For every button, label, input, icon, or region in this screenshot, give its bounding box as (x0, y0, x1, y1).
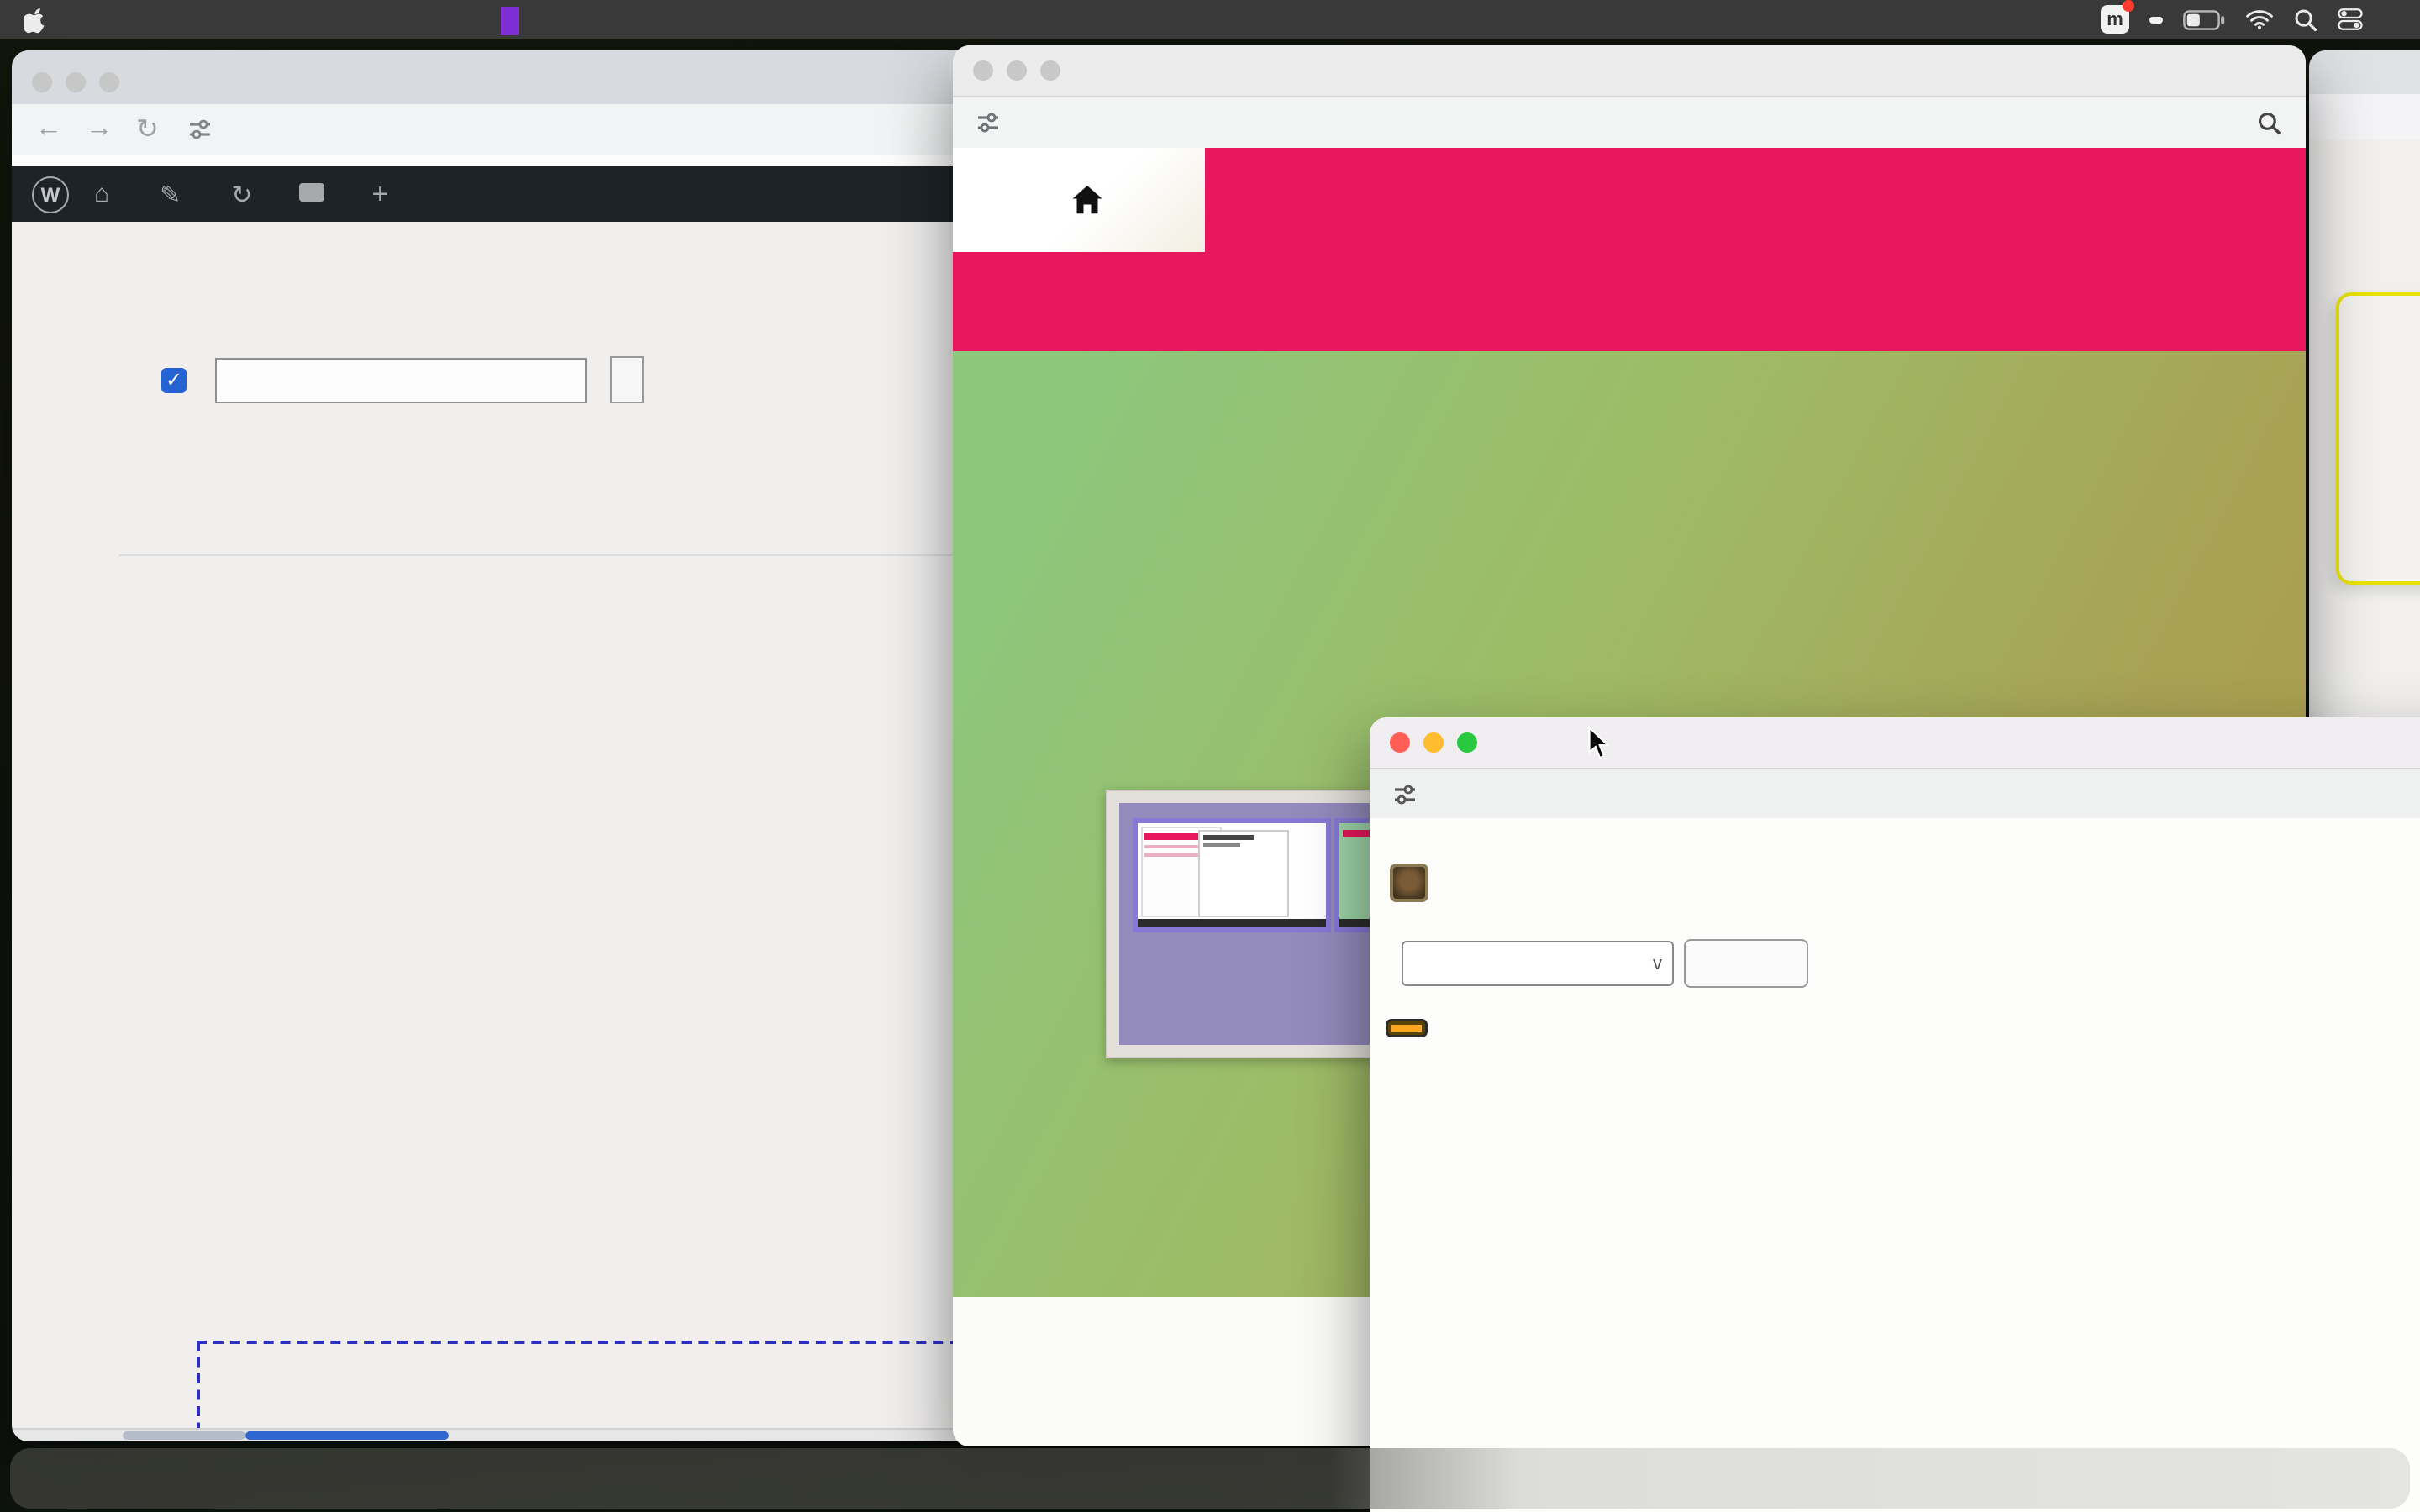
reload-button[interactable]: ↻ (136, 113, 159, 146)
minimize-button[interactable] (66, 72, 86, 92)
close-button[interactable] (973, 60, 993, 81)
window-controls[interactable] (32, 72, 119, 92)
back-button[interactable]: ← (35, 114, 62, 144)
wifi-icon[interactable] (2245, 8, 2274, 30)
divider (119, 554, 953, 556)
brush-icon: ✎ (160, 179, 181, 209)
battery-icon[interactable] (2183, 9, 2225, 29)
record-titlebar[interactable] (1370, 717, 2420, 769)
dashed-frame (197, 1341, 993, 1441)
seconds-input[interactable] (1684, 939, 1808, 988)
dock[interactable] (10, 1448, 2410, 1509)
search-icon[interactable] (2294, 8, 2317, 31)
chevron-down-icon: v (1653, 953, 1662, 974)
site-settings-icon[interactable] (976, 111, 1000, 134)
home-icon: ⌂ (94, 180, 109, 208)
non-hashtag-form: ✓ (161, 356, 644, 403)
forward-button[interactable]: → (86, 114, 113, 144)
mouse-cursor (1586, 726, 1612, 761)
site-nav-row2 (953, 252, 2306, 351)
email-field[interactable] (215, 357, 587, 402)
site-settings-icon[interactable] (1393, 783, 1417, 806)
nav-home[interactable] (953, 148, 1205, 252)
non-hashtag-checkbox[interactable]: ✓ (161, 367, 187, 392)
menu-bar: m (0, 0, 2420, 39)
site-nav-row1 (953, 148, 2306, 252)
minimize-button[interactable] (1423, 732, 1444, 753)
close-button[interactable] (32, 72, 52, 92)
wordpress-icon[interactable]: W (32, 176, 69, 213)
site-settings-icon[interactable] (189, 118, 213, 141)
status-area: m (2101, 5, 2420, 34)
zoom-button[interactable] (99, 72, 119, 92)
input-source-badge[interactable] (2149, 16, 2163, 23)
window-controls[interactable] (973, 60, 1060, 81)
zoom-button[interactable] (1457, 732, 1477, 753)
updates-icon: ↻ (231, 179, 252, 209)
scrollbar-segment (123, 1431, 245, 1440)
close-button[interactable] (1390, 732, 1410, 753)
minimize-button[interactable] (1007, 60, 1027, 81)
window-controls[interactable] (1390, 732, 1477, 753)
magnifier-icon[interactable] (2257, 110, 2282, 135)
record-window[interactable]: v (1370, 717, 2420, 1512)
house-icon (1070, 183, 1103, 217)
mini-screenshot (1133, 818, 1331, 932)
control-center-icon[interactable] (2338, 8, 2363, 30)
plus-icon: + (371, 177, 388, 211)
zoom-button[interactable] (1040, 60, 1060, 81)
rjm-titlebar[interactable] (953, 45, 2306, 97)
record-button[interactable] (1388, 1021, 1425, 1035)
record-page: v (1370, 818, 2420, 1512)
apple-icon[interactable] (24, 6, 47, 33)
yellow-note (2336, 292, 2420, 585)
record-urlbar[interactable] (1370, 769, 2420, 822)
media-type-select[interactable]: v (1402, 941, 1674, 986)
scrollbar-thumb[interactable] (245, 1431, 449, 1440)
rjm-urlbar[interactable] (953, 97, 2306, 150)
annotation-caret (501, 7, 519, 35)
avatar-thumbnail[interactable] (1390, 864, 1428, 902)
record-controls: v (1390, 939, 2420, 988)
desktop: ← → ↻ W ⌂ ✎ ↻ + ✓ (0, 0, 2420, 1512)
comments-icon (299, 183, 324, 202)
partial-select[interactable] (610, 356, 644, 403)
embedded-screenshot-thumbnail[interactable] (1106, 790, 1385, 1058)
app-status-icon[interactable]: m (2101, 5, 2129, 34)
